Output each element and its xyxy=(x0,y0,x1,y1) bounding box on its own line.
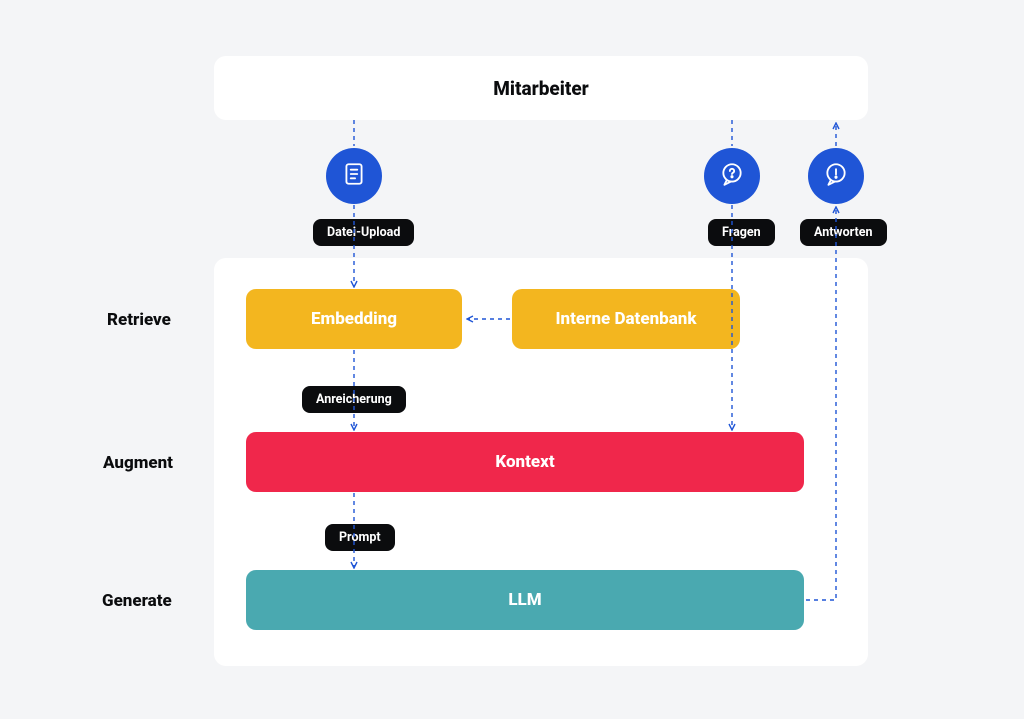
pill-antworten: Antworten xyxy=(800,219,887,246)
box-kontext: Kontext xyxy=(246,432,804,492)
box-internal-db: Interne Datenbank xyxy=(512,289,740,349)
question-circle xyxy=(704,148,760,204)
upload-circle xyxy=(326,148,382,204)
box-llm: LLM xyxy=(246,570,804,630)
exclamation-bubble-icon xyxy=(823,161,849,191)
question-bubble-icon xyxy=(719,161,745,191)
phase-label-generate: Generate xyxy=(102,591,172,611)
header-card: Mitarbeiter xyxy=(214,56,868,120)
phase-label-retrieve: Retrieve xyxy=(107,310,171,330)
document-icon xyxy=(341,161,367,191)
phase-label-augment: Augment xyxy=(103,453,173,473)
pill-fragen: Fragen xyxy=(708,219,775,246)
header-title: Mitarbeiter xyxy=(493,77,588,100)
box-embedding: Embedding xyxy=(246,289,462,349)
pill-upload: Datei-Upload xyxy=(313,219,414,246)
pill-anreicherung: Anreicherung xyxy=(302,386,406,413)
pill-prompt: Prompt xyxy=(325,524,395,551)
answer-circle xyxy=(808,148,864,204)
